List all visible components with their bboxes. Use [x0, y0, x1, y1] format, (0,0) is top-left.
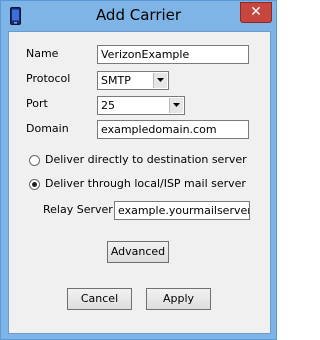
- protocol-dropdown-button[interactable]: [153, 73, 167, 88]
- port-value: 25: [101, 99, 115, 112]
- radio-deliver-relay-label[interactable]: Deliver through local/ISP mail server: [45, 177, 246, 190]
- protocol-label: Protocol: [26, 72, 71, 85]
- domain-label: Domain: [26, 122, 69, 135]
- advanced-button[interactable]: Advanced: [107, 241, 169, 263]
- add-carrier-window: Add Carrier ✕ Name VerizonExample Protoc…: [0, 0, 277, 340]
- radio-deliver-direct[interactable]: [29, 155, 40, 166]
- relay-server-label: Relay Server: [43, 203, 113, 216]
- apply-button[interactable]: Apply: [146, 288, 211, 310]
- protocol-value: SMTP: [101, 74, 131, 87]
- title-bar[interactable]: Add Carrier ✕: [1, 1, 276, 31]
- port-label: Port: [26, 97, 48, 110]
- relay-server-field[interactable]: example.yourmailserver.com: [114, 201, 250, 220]
- cancel-button[interactable]: Cancel: [67, 288, 132, 310]
- port-dropdown-button[interactable]: [169, 98, 183, 113]
- domain-field[interactable]: exampledomain.com: [97, 120, 249, 139]
- chevron-down-icon: [173, 103, 180, 107]
- port-select[interactable]: 25: [97, 96, 185, 115]
- radio-deliver-relay[interactable]: [29, 179, 40, 190]
- window-title: Add Carrier: [95, 6, 182, 24]
- dialog-body: Name VerizonExample Protocol SMTP Port 2…: [8, 31, 271, 334]
- name-label: Name: [26, 47, 59, 60]
- name-field[interactable]: VerizonExample: [97, 45, 249, 64]
- close-button[interactable]: ✕: [240, 2, 272, 23]
- chevron-down-icon: [157, 78, 164, 82]
- radio-selected-dot: [32, 182, 37, 187]
- radio-deliver-direct-label[interactable]: Deliver directly to destination server: [45, 153, 247, 166]
- protocol-select[interactable]: SMTP: [97, 71, 169, 90]
